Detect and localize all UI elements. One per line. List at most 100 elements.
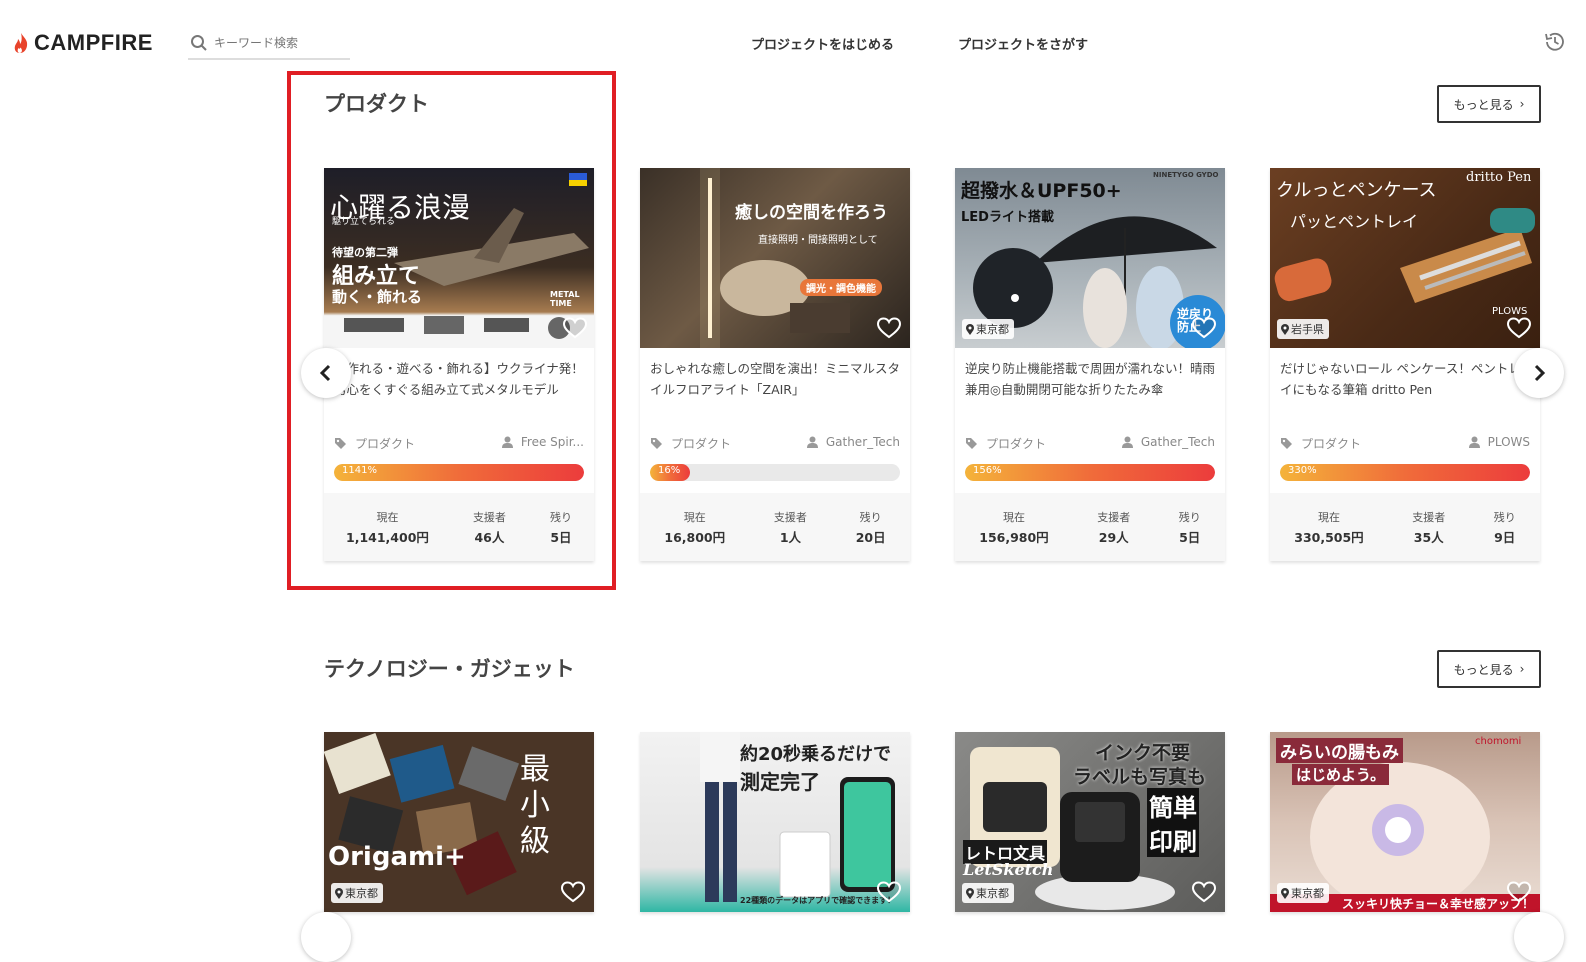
project-card[interactable]: 心躍る浪漫 駆り立てられる 待望の第二弾 組み立て 動く・飾れる METAL T… bbox=[324, 168, 594, 561]
stat-value: 35人 bbox=[1413, 529, 1444, 545]
heart-icon[interactable] bbox=[876, 316, 902, 340]
stat-value: 5日 bbox=[550, 529, 572, 545]
tag-icon bbox=[966, 438, 977, 449]
project-category[interactable]: プロダクト bbox=[650, 435, 731, 452]
progress-percent: 1141% bbox=[342, 465, 377, 476]
stat-remaining: 残り 5日 bbox=[1179, 509, 1201, 546]
project-owner[interactable]: Gather_Tech bbox=[806, 435, 900, 449]
carousel-next-button[interactable] bbox=[1514, 348, 1564, 398]
owner-name: Gather_Tech bbox=[825, 435, 900, 449]
image-caption: LetSketch bbox=[963, 860, 1054, 879]
user-icon bbox=[501, 436, 513, 448]
project-title[interactable]: だけじゃないロール ペンケース！ペントレイにもなる筆箱 dritto Pen bbox=[1280, 358, 1530, 400]
project-card[interactable]: クルっとペンケース パッとペントレイ dritto Pen PLOWS 岩手県 … bbox=[1270, 168, 1540, 561]
project-title[interactable]: 【作れる・遊べる・飾れる】ウクライナ発！男心をくすぐる組み立て式メタルモデル bbox=[334, 358, 584, 400]
heart-icon[interactable] bbox=[1506, 880, 1532, 904]
category-label: プロダクト bbox=[355, 437, 416, 451]
stat-backers: 支援者 46人 bbox=[473, 509, 506, 546]
user-icon bbox=[1468, 436, 1480, 448]
image-caption: はじめよう。 bbox=[1292, 764, 1390, 785]
project-meta: プロダクト Gather_Tech bbox=[965, 435, 1215, 455]
stat-value: 20日 bbox=[855, 529, 886, 545]
image-caption: Origami+ bbox=[328, 842, 466, 872]
funding-progress-bar: 1141% bbox=[334, 464, 584, 481]
search-input[interactable] bbox=[214, 36, 344, 50]
project-title[interactable]: おしゃれな癒しの空間を演出！ミニマルスタイルフロアライト「ZAIR」 bbox=[650, 358, 900, 400]
project-stats: 現在 16,800円 支援者 1人 残り 20日 bbox=[640, 493, 910, 561]
stat-value: 5日 bbox=[1179, 529, 1201, 545]
project-title[interactable]: 逆戻り防止機能搭載で周囲が濡れない！晴雨兼用◎自動開閉可能な折りたたみ傘 bbox=[965, 358, 1215, 400]
campfire-flame-icon bbox=[14, 33, 28, 53]
project-category[interactable]: プロダクト bbox=[965, 435, 1046, 452]
tag-icon bbox=[335, 438, 346, 449]
location-label: 東京都 bbox=[345, 887, 378, 900]
image-caption: 癒しの空間を作ろう bbox=[735, 203, 888, 223]
project-owner[interactable]: Gather_Tech bbox=[1121, 435, 1215, 449]
project-stats: 現在 1,141,400円 支援者 46人 残り 5日 bbox=[324, 493, 594, 561]
project-category[interactable]: プロダクト bbox=[1280, 435, 1361, 452]
location-pin-icon bbox=[1281, 323, 1289, 335]
image-caption: インク不要 bbox=[1095, 742, 1191, 764]
project-card[interactable]: 超撥水＆UPF50+ LEDライト搭載 NINETYGO GYDO 逆戻り防止 … bbox=[955, 168, 1225, 561]
stat-remaining: 残り 5日 bbox=[550, 509, 572, 546]
campfire-logo[interactable]: CAMPFIRE bbox=[12, 30, 153, 56]
project-image[interactable]: 癒しの空間を作ろう 直接照明・間接照明として 調光・調色機能 bbox=[640, 168, 910, 348]
nav-find-project[interactable]: プロジェクトをさがす bbox=[958, 34, 1088, 53]
stat-label: 現在 bbox=[1317, 510, 1340, 524]
funding-progress-bar: 156% bbox=[965, 464, 1215, 481]
site-header: CAMPFIRE プロジェクトをはじめる プロジェクトをさがす bbox=[0, 0, 1586, 84]
image-caption: 印刷 bbox=[1147, 822, 1199, 857]
image-caption: NINETYGO GYDO bbox=[1153, 171, 1219, 179]
tag-icon bbox=[651, 438, 662, 449]
image-caption: chomomi bbox=[1475, 736, 1522, 747]
more-button-technology[interactable]: もっと見る › bbox=[1437, 650, 1541, 688]
heart-icon[interactable] bbox=[876, 880, 902, 904]
heart-icon[interactable] bbox=[1191, 316, 1217, 340]
project-card[interactable]: インク不要 ラベルも写真も 簡単 印刷 レトロ文具 LetSketch 東京都 bbox=[955, 732, 1225, 912]
stat-label: 現在 bbox=[376, 510, 399, 524]
funding-progress-bar: 16% bbox=[650, 464, 900, 481]
stat-value: 9日 bbox=[1494, 529, 1516, 545]
project-owner[interactable]: Free Spir... bbox=[501, 435, 584, 449]
owner-name: PLOWS bbox=[1487, 435, 1530, 449]
user-icon bbox=[1121, 436, 1133, 448]
image-caption: 動く・飾れる bbox=[332, 288, 423, 306]
location-label: 東京都 bbox=[1291, 887, 1324, 900]
more-button-product[interactable]: もっと見る › bbox=[1437, 85, 1541, 123]
heart-icon[interactable] bbox=[1191, 880, 1217, 904]
chevron-right-icon: › bbox=[1519, 97, 1525, 111]
stat-label: 残り bbox=[549, 510, 572, 524]
image-caption: METAL TIME bbox=[550, 290, 580, 308]
image-caption: ラベルも写真も bbox=[1073, 766, 1207, 788]
stat-backers: 支援者 29人 bbox=[1097, 509, 1130, 546]
project-card[interactable]: みらいの腸もみ はじめよう。 chomomi スッキリ快チョー＆幸せ感アップ！ … bbox=[1270, 732, 1540, 912]
project-image[interactable]: 約20秒乗るだけで 測定完了 22種類のデータはアプリで確認できます！ bbox=[640, 732, 910, 912]
search-box[interactable] bbox=[188, 28, 350, 60]
heart-icon[interactable] bbox=[1506, 316, 1532, 340]
history-icon[interactable] bbox=[1543, 30, 1567, 54]
category-label: プロダクト bbox=[671, 437, 732, 451]
progress-fill bbox=[1280, 464, 1530, 481]
image-caption: 約20秒乗るだけで bbox=[740, 744, 892, 765]
progress-percent: 330% bbox=[1288, 465, 1317, 476]
tag-icon bbox=[1281, 438, 1292, 449]
heart-icon[interactable] bbox=[560, 880, 586, 904]
project-card[interactable]: 癒しの空間を作ろう 直接照明・間接照明として 調光・調色機能 おしゃれな癒しの空… bbox=[640, 168, 910, 561]
image-caption: dritto Pen bbox=[1466, 170, 1532, 185]
project-category[interactable]: プロダクト bbox=[334, 435, 415, 452]
stat-label: 残り bbox=[1178, 510, 1201, 524]
heart-icon[interactable] bbox=[562, 316, 588, 340]
carousel-prev-button[interactable] bbox=[301, 348, 351, 398]
location-badge: 東京都 bbox=[331, 883, 383, 903]
carousel-next-button[interactable] bbox=[1514, 912, 1564, 962]
stat-label: 支援者 bbox=[773, 510, 807, 524]
project-card[interactable]: 約20秒乗るだけで 測定完了 22種類のデータはアプリで確認できます！ bbox=[640, 732, 910, 912]
stat-value: 29人 bbox=[1098, 529, 1129, 545]
project-image[interactable]: 心躍る浪漫 駆り立てられる 待望の第二弾 組み立て 動く・飾れる METAL T… bbox=[324, 168, 594, 348]
project-owner[interactable]: PLOWS bbox=[1468, 435, 1530, 449]
location-pin-icon bbox=[335, 887, 343, 899]
nav-start-project[interactable]: プロジェクトをはじめる bbox=[751, 34, 894, 53]
project-card[interactable]: 最小級 Origami+ 東京都 bbox=[324, 732, 594, 912]
more-button-label: もっと見る bbox=[1453, 97, 1514, 112]
carousel-prev-button[interactable] bbox=[301, 912, 351, 962]
